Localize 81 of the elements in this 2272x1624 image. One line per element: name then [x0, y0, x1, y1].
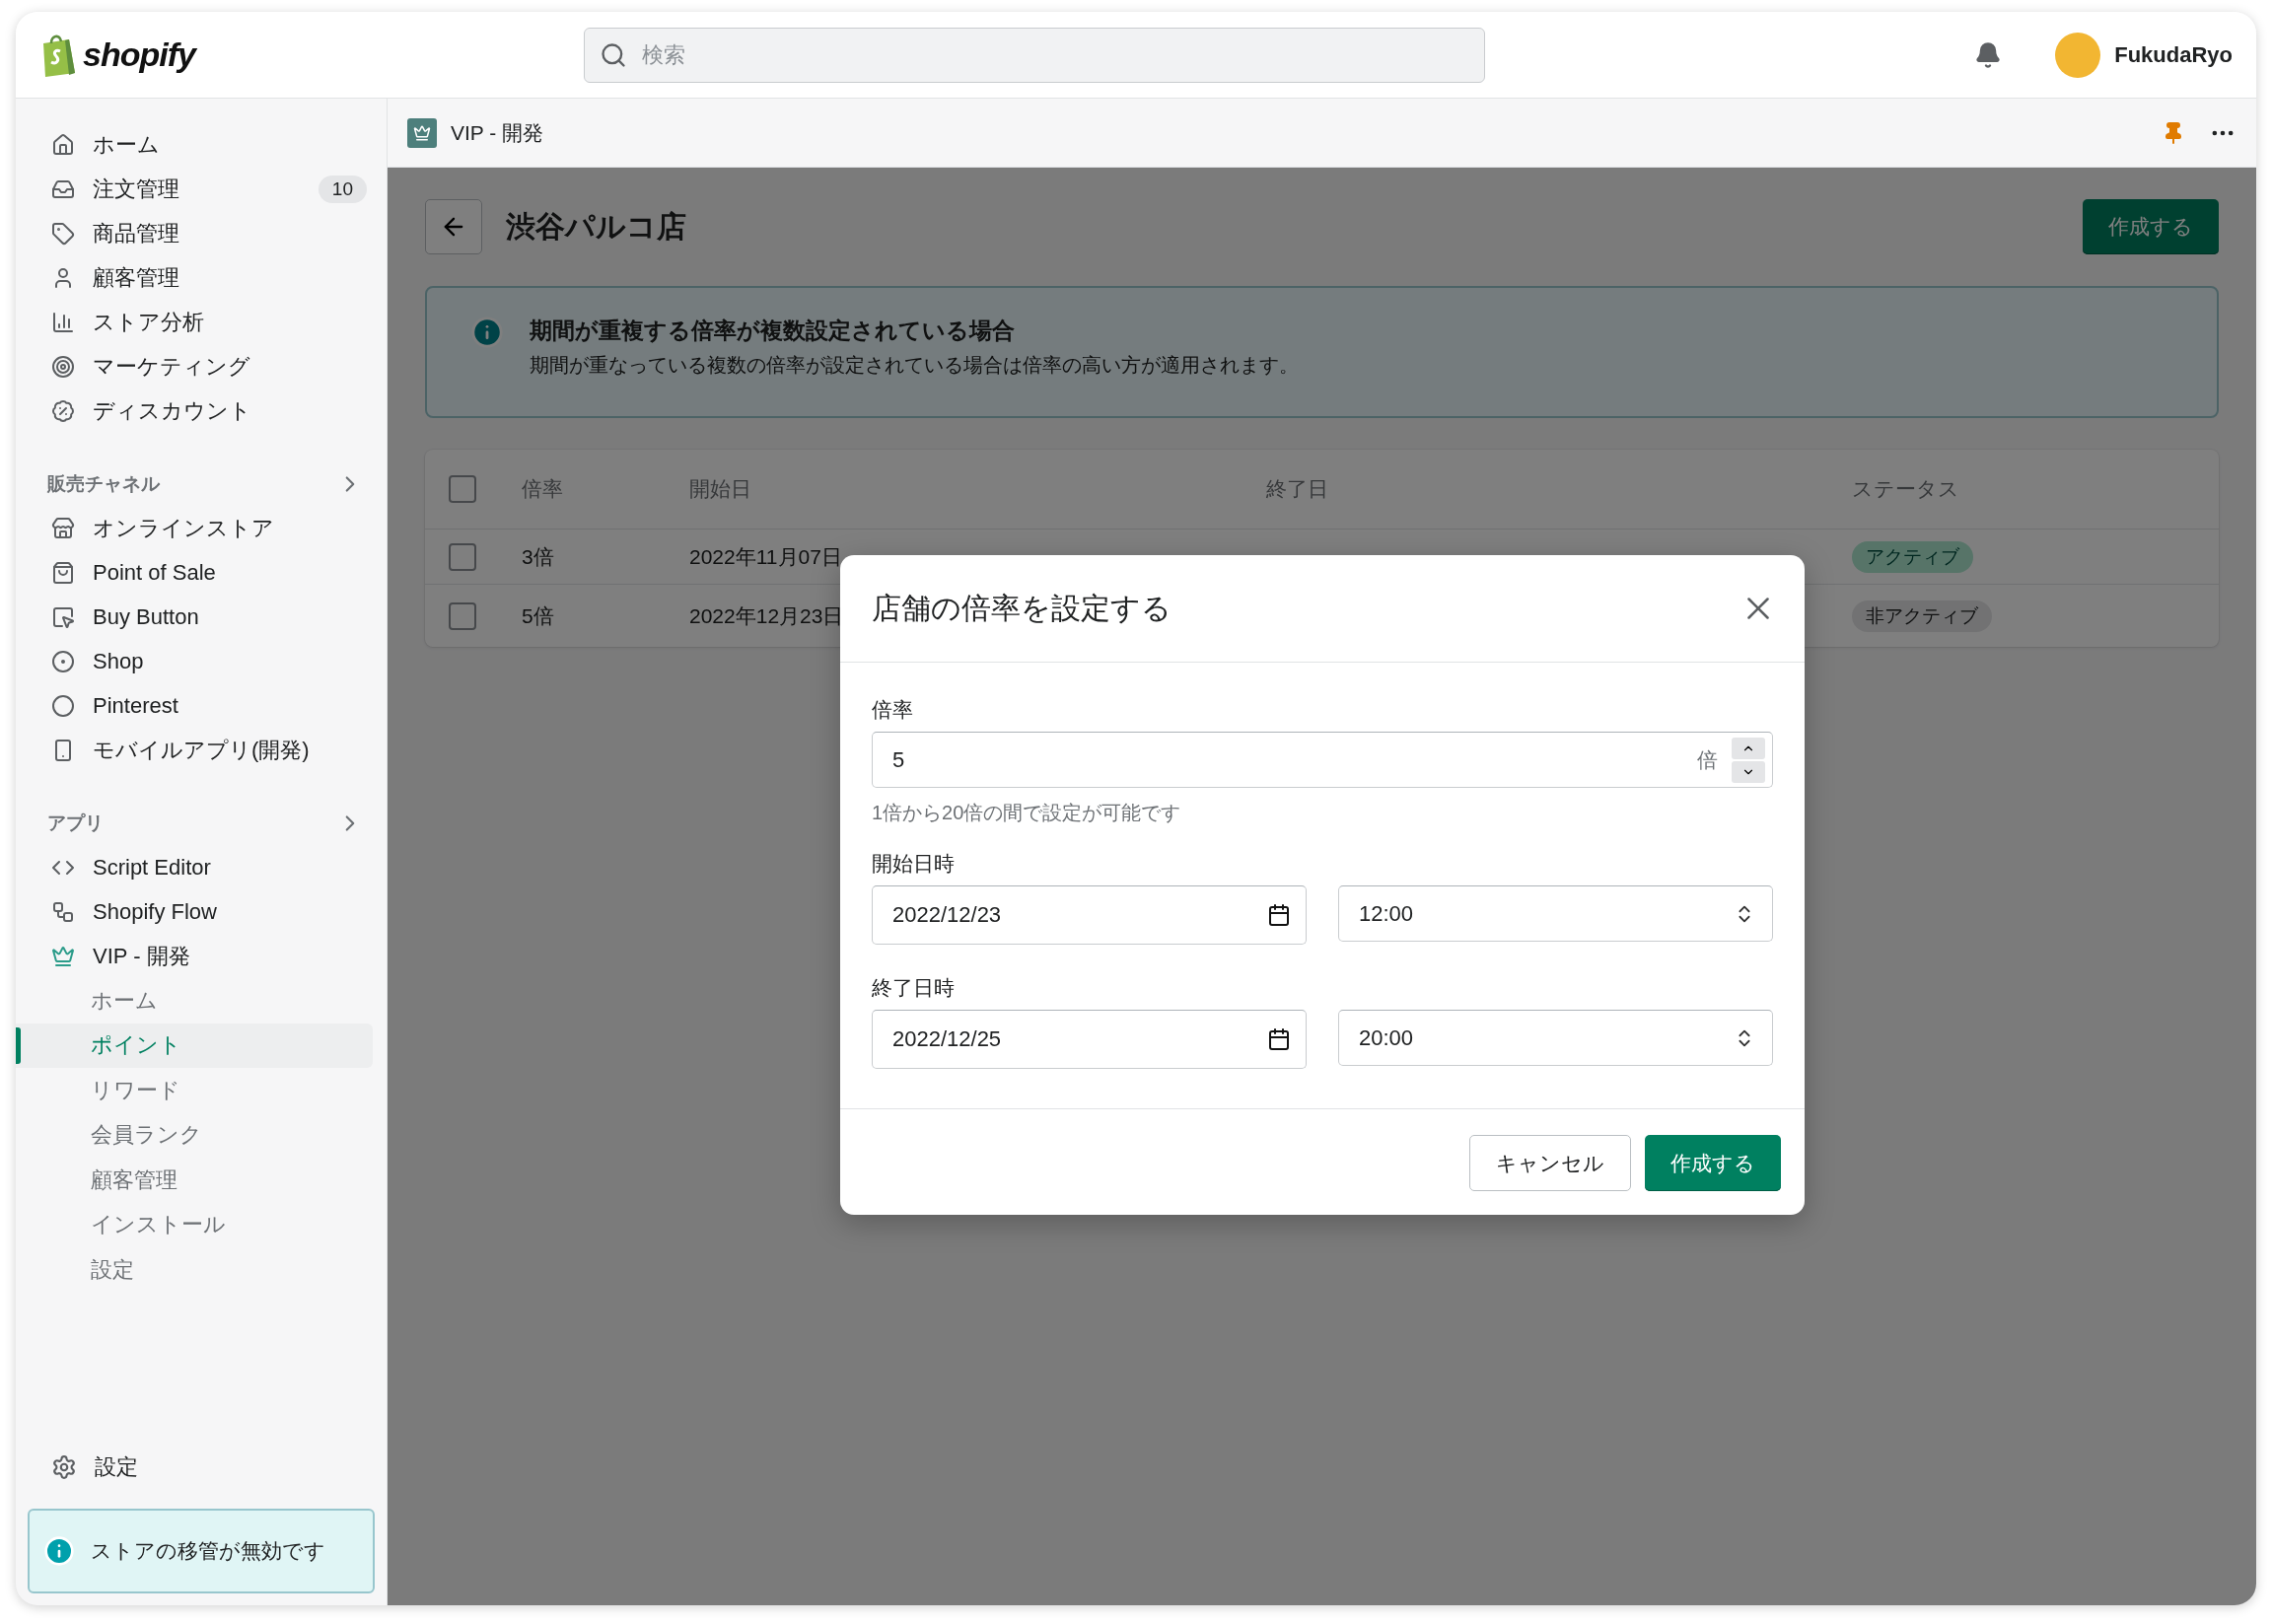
settings-icon — [51, 1453, 77, 1480]
info-icon — [470, 316, 504, 349]
column-header: 倍率 — [522, 476, 563, 502]
table-cell-text: 2022年12月23日 — [689, 602, 844, 629]
time-select[interactable]: 20:00 — [1338, 1010, 1773, 1066]
logo-text: shopify — [83, 35, 195, 74]
app-title: VIP - 開発 — [451, 119, 544, 146]
checkbox[interactable] — [449, 601, 476, 630]
crown-icon — [407, 117, 437, 148]
cancel-button[interactable]: キャンセル — [1469, 1135, 1631, 1191]
ring-icon — [51, 649, 75, 673]
checkbox[interactable] — [449, 542, 476, 571]
button-icon — [51, 604, 75, 629]
unit-suffix: 倍 — [1697, 746, 1718, 773]
calendar-icon[interactable] — [1267, 903, 1291, 927]
nav-item[interactable]: ストア分析 — [16, 300, 387, 344]
calendar-icon[interactable] — [1267, 1027, 1291, 1051]
page-title: 渋谷パルコ店 — [506, 208, 686, 245]
bag-icon — [51, 560, 75, 585]
nav-item[interactable]: ホーム — [16, 122, 387, 167]
column-header: ステータス — [1852, 476, 1959, 502]
sub-nav-item[interactable]: 会員ランク — [16, 1112, 373, 1158]
nav-item[interactable]: Pinterest — [16, 683, 387, 728]
sub-nav-item[interactable]: インストール — [16, 1202, 373, 1247]
crown-icon — [51, 944, 75, 968]
column-header: 開始日 — [689, 476, 751, 502]
banner-title: 期間が重複する倍率が複数設定されている場合 — [530, 317, 1016, 345]
time-select[interactable]: 12:00 — [1338, 885, 1773, 942]
nav-item[interactable]: Point of Sale — [16, 550, 387, 595]
table-cell-text: 3倍 — [522, 543, 554, 570]
discount-icon — [51, 398, 75, 423]
count-badge: 10 — [318, 175, 367, 203]
nav-item[interactable]: VIP - 開発 — [16, 934, 387, 978]
nav-item[interactable]: Buy Button — [16, 595, 387, 639]
nav-item[interactable]: 顧客管理 — [16, 255, 387, 300]
tag-icon — [51, 221, 75, 246]
notice-text: ストアの移管が無効です — [91, 1538, 325, 1564]
store-icon — [51, 516, 75, 540]
search-field[interactable]: 検索 — [584, 27, 1485, 83]
sub-nav-item[interactable]: 設定 — [16, 1247, 373, 1293]
section-title: アプリ — [47, 812, 104, 835]
circle-icon — [51, 693, 75, 718]
table-cell-text: 5倍 — [522, 602, 554, 629]
back-button[interactable] — [425, 199, 482, 254]
user-name[interactable]: FukudaRyo — [2114, 41, 2233, 68]
checkbox[interactable] — [449, 475, 476, 503]
date-field[interactable]: 2022/12/23 — [872, 885, 1307, 945]
sub-nav-item[interactable]: ホーム — [16, 978, 373, 1024]
date-field[interactable]: 2022/12/25 — [872, 1010, 1307, 1069]
nav-item[interactable]: Shop — [16, 639, 387, 683]
field-label: 終了日時 — [872, 975, 956, 1001]
sub-nav-item[interactable]: ポイント — [16, 1023, 373, 1068]
field-label: 開始日時 — [872, 851, 956, 877]
sub-nav-item[interactable]: リワード — [16, 1068, 373, 1113]
column-header: 終了日 — [1266, 476, 1328, 502]
bar-chart-icon — [51, 310, 75, 334]
nav-item[interactable]: ディスカウント — [16, 388, 387, 433]
bell-icon[interactable] — [1974, 40, 2003, 69]
nav-item[interactable]: 商品管理 — [16, 211, 387, 255]
help-text: 1倍から20倍の間で設定が可能です — [872, 801, 1182, 825]
section-title: 販売チャネル — [47, 472, 160, 496]
status-badge: アクティブ — [1852, 540, 1973, 573]
home-icon — [51, 132, 75, 157]
table-cell-text: 2022年11月07日 — [689, 543, 842, 570]
create-button[interactable]: 作成する — [1645, 1135, 1781, 1191]
nav-item[interactable]: マーケティング — [16, 344, 387, 388]
sub-nav-item[interactable]: 顧客管理 — [16, 1158, 373, 1203]
modal-title: 店舗の倍率を設定する — [872, 590, 1172, 626]
target-icon — [51, 354, 75, 379]
flow-icon — [51, 899, 75, 924]
nav-item[interactable]: Shopify Flow — [16, 889, 387, 934]
search-icon — [600, 40, 627, 69]
nav-item[interactable]: モバイルアプリ(開発) — [16, 728, 387, 772]
nav-item[interactable]: Script Editor — [16, 845, 387, 889]
status-badge: 非アクティブ — [1852, 600, 1992, 632]
field-label: 倍率 — [872, 697, 914, 723]
nav-item[interactable]: 注文管理 10 — [16, 167, 387, 211]
nav-item[interactable]: 設定 — [16, 1445, 387, 1489]
banner-text: 期間が重なっている複数の倍率が設定されている場合は倍率の高い方が適用されます。 — [530, 353, 1299, 378]
info-icon — [43, 1535, 75, 1567]
nav-item[interactable]: オンラインストア — [16, 506, 387, 550]
